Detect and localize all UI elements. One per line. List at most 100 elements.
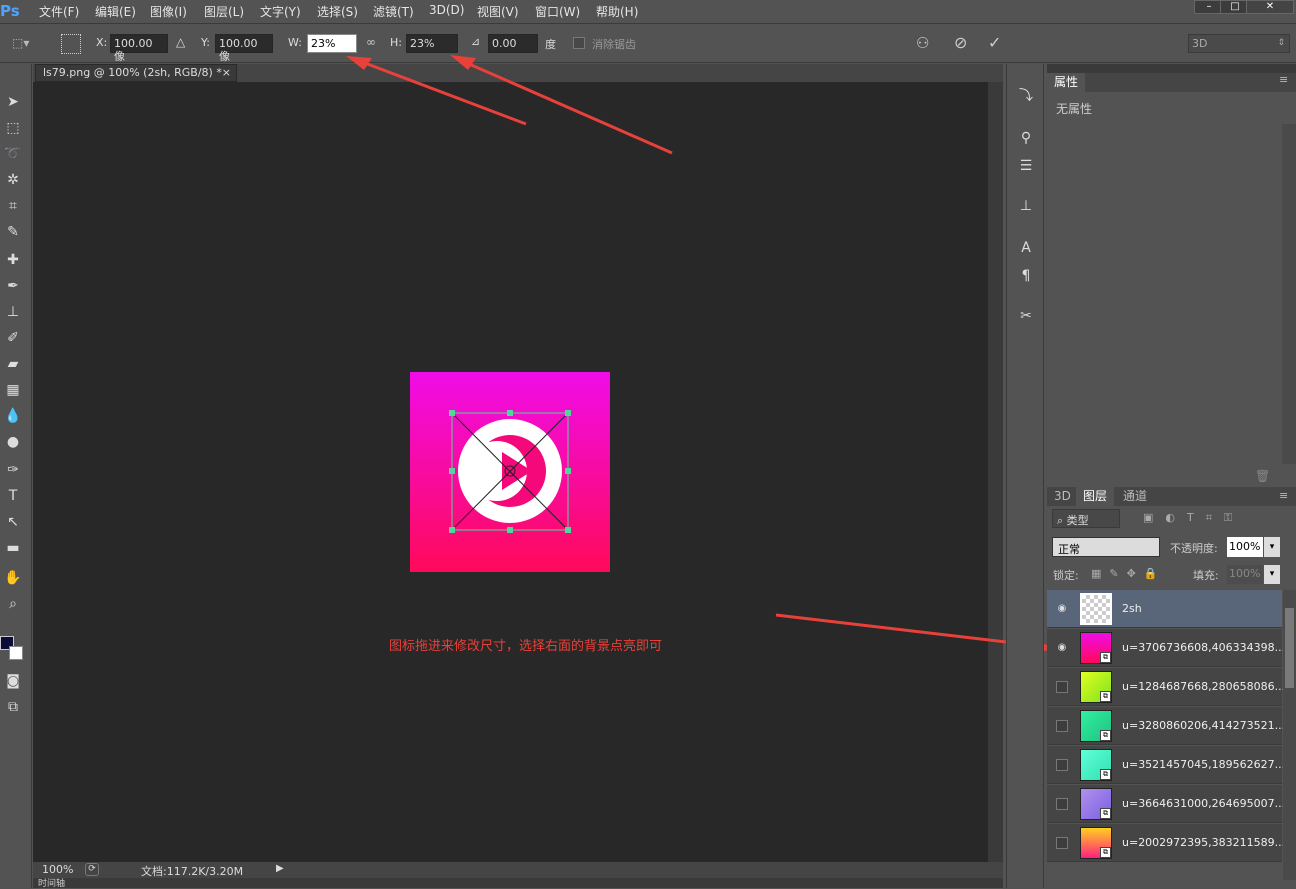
layers-menu-icon[interactable]: ≡ — [1279, 489, 1288, 502]
antialias-checkbox[interactable] — [573, 37, 585, 49]
menu-help[interactable]: 帮助(H) — [596, 3, 638, 20]
tab-3d[interactable]: 3D — [1047, 487, 1078, 506]
workspace-select[interactable]: 3D ⇕ — [1188, 34, 1290, 53]
paragraph-panel-icon[interactable]: ¶ — [1016, 266, 1036, 286]
x-input[interactable]: 100.00 像 — [110, 34, 168, 63]
screen-mode-icon[interactable]: ⧉ — [3, 697, 23, 717]
layer-row[interactable]: ◉ 2sh — [1047, 590, 1282, 628]
brush-presets-icon[interactable]: ⚲ — [1016, 128, 1036, 148]
visibility-toggle[interactable] — [1056, 681, 1068, 693]
scrollbar-thumb[interactable] — [1285, 608, 1294, 688]
zoom-level[interactable]: 100% — [42, 863, 73, 876]
visibility-toggle[interactable] — [1056, 720, 1068, 732]
angle-input[interactable]: 0.00 — [488, 34, 538, 53]
cancel-transform-icon[interactable]: ⊘ — [954, 33, 967, 52]
type-tool-icon[interactable]: T — [3, 486, 23, 506]
timeline-tab[interactable]: 时间轴 — [38, 876, 65, 889]
eye-icon[interactable]: ◉ — [1055, 603, 1069, 615]
menu-type[interactable]: 文字(Y) — [260, 3, 301, 20]
layer-row[interactable]: ⧉ u=3664631000,264695007... — [1047, 785, 1285, 823]
layer-row[interactable]: ⧉ u=3280860206,414273521... — [1047, 707, 1285, 745]
reference-point-icon[interactable] — [61, 34, 81, 54]
blur-tool-icon[interactable]: 💧 — [3, 406, 23, 426]
trash-icon[interactable]: 🗑 — [1255, 469, 1270, 483]
menu-edit[interactable]: 编辑(E) — [95, 3, 136, 20]
menu-filter[interactable]: 滤镜(T) — [373, 3, 414, 20]
menu-window[interactable]: 窗口(W) — [535, 3, 580, 20]
link-icon[interactable]: ∞ — [366, 35, 376, 49]
healing-brush-icon[interactable]: ✚ — [3, 250, 23, 270]
brush-tool-icon[interactable]: ✒ — [3, 276, 23, 296]
delta-icon[interactable]: △ — [176, 35, 185, 49]
adjustments-icon[interactable]: ☰ — [1016, 156, 1036, 176]
filter-icons[interactable]: ▣◐T⌗⚿ — [1143, 511, 1244, 525]
eyedropper-icon[interactable]: ✎ — [3, 222, 23, 242]
dodge-tool-icon[interactable]: ● — [3, 432, 23, 452]
visibility-toggle[interactable] — [1056, 798, 1068, 810]
magic-wand-icon[interactable]: ✲ — [3, 170, 23, 190]
lasso-tool-icon[interactable]: ➰ — [3, 144, 23, 164]
antialias-label: 消除锯齿 — [592, 38, 636, 51]
transform-bounding-box[interactable] — [410, 372, 610, 572]
properties-scrollbar[interactable] — [1282, 124, 1296, 464]
y-input[interactable]: 100.00 像 — [215, 34, 273, 63]
menu-image[interactable]: 图像(I) — [150, 3, 187, 20]
fill-dropdown-icon[interactable]: ▾ — [1264, 565, 1280, 584]
visibility-toggle[interactable] — [1056, 837, 1068, 849]
layer-row[interactable]: ⧉ u=1284687668,280658086... — [1047, 668, 1285, 706]
layer-row[interactable]: ⧉ u=3521457045,189562627... — [1047, 746, 1285, 784]
menu-file[interactable]: 文件(F) — [39, 3, 79, 20]
layer-row[interactable]: ◉ ⧉ u=3706736608,406334398... — [1047, 629, 1285, 667]
menu-select[interactable]: 选择(S) — [317, 3, 358, 20]
menu-view[interactable]: 视图(V) — [477, 3, 519, 20]
tool-presets-icon[interactable]: ✂ — [1016, 306, 1036, 326]
crop-tool-icon[interactable]: ⌗ — [3, 196, 23, 216]
panel-menu-icon[interactable]: ≡ — [1279, 73, 1288, 86]
opacity-dropdown-icon[interactable]: ▾ — [1264, 537, 1280, 557]
status-menu-icon[interactable]: ⟳ — [85, 863, 99, 876]
layer-row[interactable]: ⧉ u=2002972395,383211589... — [1047, 824, 1285, 862]
transform-tool-icon[interactable]: ⬚▾ — [12, 36, 29, 50]
eye-icon[interactable]: ◉ — [1055, 642, 1069, 654]
tab-properties[interactable]: 属性 — [1047, 73, 1086, 92]
tab-channels[interactable]: 通道 — [1116, 487, 1154, 506]
close-window-button[interactable]: ✕ — [1246, 0, 1294, 14]
document-image[interactable] — [410, 372, 610, 572]
opacity-input[interactable]: 100% — [1227, 537, 1263, 557]
close-tab-icon[interactable]: × — [222, 65, 231, 80]
move-tool-icon[interactable]: ➤ — [3, 92, 23, 112]
commit-transform-icon[interactable]: ✓ — [988, 33, 1001, 52]
vertical-scrollbar[interactable] — [988, 82, 1003, 862]
menu-layer[interactable]: 图层(L) — [204, 3, 244, 20]
pen-tool-icon[interactable]: ✑ — [3, 460, 23, 480]
status-arrow-icon[interactable]: ▶ — [276, 863, 284, 874]
stamp-tool-icon[interactable]: ⊥ — [3, 302, 23, 322]
zoom-tool-icon[interactable]: ⌕ — [3, 594, 23, 614]
lock-icons[interactable]: ▦✎✥🔒 — [1091, 567, 1166, 580]
filter-kind-select[interactable]: ⌕ 类型 — [1052, 509, 1120, 528]
quick-mask-icon[interactable]: ◙ — [3, 671, 23, 691]
hand-tool-icon[interactable]: ✋ — [3, 568, 23, 588]
background-color-swatch[interactable] — [9, 646, 23, 660]
tab-layers[interactable]: 图层 — [1076, 487, 1115, 506]
layers-scrollbar[interactable] — [1283, 590, 1296, 880]
rectangle-tool-icon[interactable]: ▬ — [3, 538, 23, 558]
warp-icon[interactable]: ⚇ — [916, 34, 929, 52]
path-select-icon[interactable]: ↖ — [3, 512, 23, 532]
history-brush-icon[interactable]: ✐ — [3, 328, 23, 348]
canvas-area[interactable]: 图标拖进来修改尺寸，选择右面的背景点亮即可 — [33, 82, 988, 862]
marquee-tool-icon[interactable]: ⬚ — [3, 118, 23, 138]
document-tab[interactable]: ls79.png @ 100% (2sh, RGB/8) * × — [35, 64, 237, 82]
visibility-toggle[interactable] — [1056, 759, 1068, 771]
fill-input[interactable]: 100% — [1227, 565, 1263, 584]
properties-body: 无属性 🗑 — [1047, 92, 1296, 484]
eraser-icon[interactable]: ▰ — [3, 354, 23, 374]
history-panel-icon[interactable]: ⤵ — [1016, 86, 1036, 106]
clone-source-icon[interactable]: ⊥ — [1016, 196, 1036, 216]
character-panel-icon[interactable]: A — [1016, 238, 1036, 258]
blend-mode-select[interactable]: 正常 — [1052, 537, 1160, 557]
height-input[interactable]: 23% — [406, 34, 458, 53]
menu-3d[interactable]: 3D(D) — [429, 3, 464, 17]
width-input[interactable]: 23% — [307, 34, 357, 53]
gradient-tool-icon[interactable]: ▦ — [3, 380, 23, 400]
